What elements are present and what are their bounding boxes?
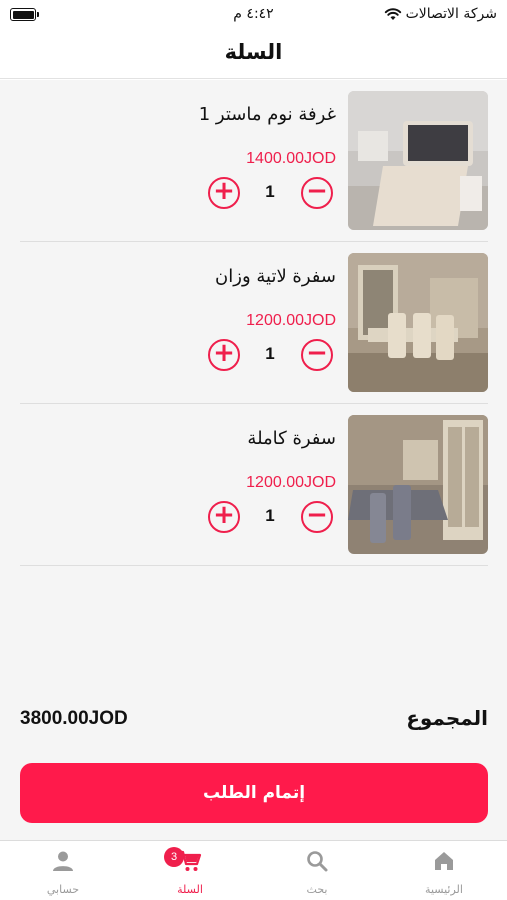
decrease-quantity-button[interactable]: − xyxy=(301,177,333,209)
item-price: 1400.00JOD xyxy=(246,150,336,167)
dining-set-photo[interactable] xyxy=(348,415,488,554)
tab-cart[interactable]: 3 السلة xyxy=(127,841,253,900)
increase-quantity-button[interactable]: + xyxy=(208,339,240,371)
quantity-value: 1 xyxy=(265,182,275,201)
cart-item: سفرة كاملة 1200.00JOD − 1 + xyxy=(20,404,488,566)
item-name: سفرة كاملة xyxy=(247,428,336,449)
tab-label: السلة xyxy=(177,883,203,896)
cart-item: غرفة نوم ماستر 1 1400.00JOD − 1 + xyxy=(20,80,488,242)
total-value: 3800.00JOD xyxy=(20,708,128,729)
status-bar: شركة الاتصالات ٤:٤٢ م xyxy=(0,0,507,30)
user-icon xyxy=(53,851,73,871)
tab-account[interactable]: حسابي xyxy=(0,841,126,900)
cart-count-badge: 3 xyxy=(164,847,184,867)
cart-item: سفرة لاتية وزان 1200.00JOD − 1 + xyxy=(20,242,488,404)
dining-room-photo[interactable] xyxy=(348,253,488,392)
tab-label: الرئيسية xyxy=(425,883,463,896)
home-icon xyxy=(435,852,453,870)
total-label: المجموع xyxy=(406,706,488,730)
bedroom-photo[interactable] xyxy=(348,91,488,230)
total-row: المجموع 3800.00JOD xyxy=(20,702,488,738)
quantity-value: 1 xyxy=(265,344,275,363)
quantity-stepper: − 1 + xyxy=(208,501,333,535)
item-price: 1200.00JOD xyxy=(246,474,336,491)
decrease-quantity-button[interactable]: − xyxy=(301,339,333,371)
page-header: السلة xyxy=(0,30,507,79)
search-icon xyxy=(307,851,328,872)
checkout-button[interactable]: إتمام الطلب xyxy=(20,763,488,823)
tab-label: بحث xyxy=(306,883,328,896)
quantity-stepper: − 1 + xyxy=(208,177,333,211)
status-time: ٤:٤٢ م xyxy=(233,6,274,22)
item-name: غرفة نوم ماستر 1 xyxy=(198,104,336,125)
increase-quantity-button[interactable]: + xyxy=(208,501,240,533)
tab-bar: الرئيسية بحث 3 السلة حسابي xyxy=(0,840,507,900)
tab-home[interactable]: الرئيسية xyxy=(381,841,507,900)
quantity-stepper: − 1 + xyxy=(208,339,333,373)
item-price: 1200.00JOD xyxy=(246,312,336,329)
decrease-quantity-button[interactable]: − xyxy=(301,501,333,533)
increase-quantity-button[interactable]: + xyxy=(208,177,240,209)
quantity-value: 1 xyxy=(265,506,275,525)
cart-content: غرفة نوم ماستر 1 1400.00JOD − 1 + سفرة ل… xyxy=(0,80,507,840)
item-name: سفرة لاتية وزان xyxy=(215,266,336,287)
cart-list: غرفة نوم ماستر 1 1400.00JOD − 1 + سفرة ل… xyxy=(20,80,488,566)
tab-search[interactable]: بحث xyxy=(254,841,380,900)
tab-label: حسابي xyxy=(46,883,80,896)
battery-icon xyxy=(10,8,39,21)
page-title: السلة xyxy=(224,40,283,64)
